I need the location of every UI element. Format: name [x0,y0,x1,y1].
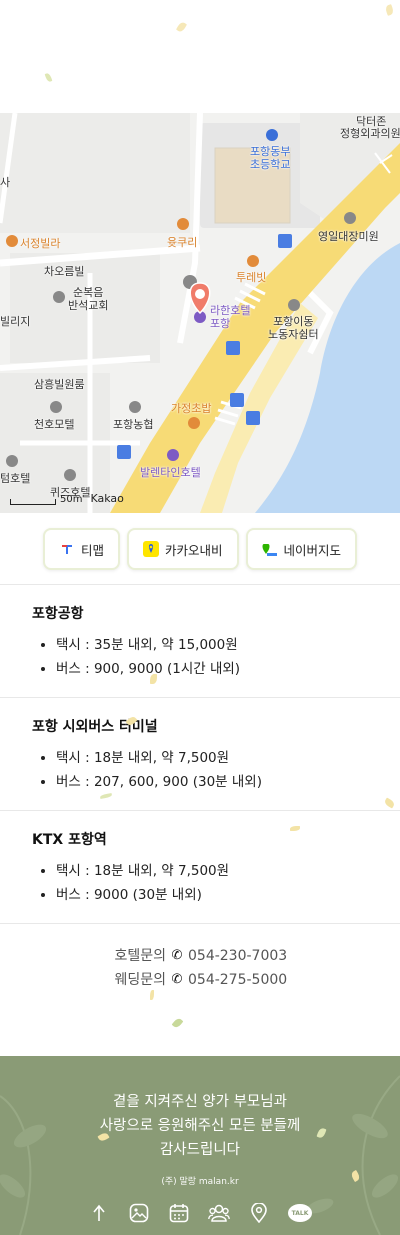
decor-petal-2 [384,4,395,16]
map-label-yunkuri: 윳쿠리 [167,236,198,249]
navermap-label: 네이버지도 [283,542,342,558]
calendar-icon[interactable] [166,1201,192,1225]
talk-icon-text: TALK [288,1204,312,1222]
footer-line-3: 감사드립니다 [159,1142,241,1158]
list-item: 택시 : 18분 내외, 약 7,500원 [56,859,368,883]
footer-icon-bar: TALK [0,1201,400,1225]
location-icon[interactable] [246,1201,272,1225]
scale-bar [10,499,56,505]
map-label-trevit: 투레빗 [236,271,267,284]
kakaonavi-button[interactable]: 카카오내비 [126,528,239,570]
map-label-chaohleum: 차오름빌 [44,265,85,278]
location-map[interactable]: 닥터존 정형외과의원 포항동부 초등학교 사 영일대장미원 서정빌라 윳쿠리 차… [0,113,400,513]
map-label-yeongil: 영일대장미원 [318,230,379,243]
map-label-tem-hotel: 텀호텔 [0,472,31,485]
map-label-rahan-hotel[interactable]: 라한호텔 포항 [210,304,250,330]
contact-number[interactable]: 054-275-5000 [188,968,292,992]
list-item: 택시 : 35분 내외, 약 15,000원 [56,633,368,657]
decor-petal-3 [44,72,53,83]
gallery-icon[interactable] [126,1201,152,1225]
phone-icon: ✆ [171,972,183,987]
people-icon[interactable] [206,1201,232,1225]
transport-list: 택시 : 35분 내외, 약 15,000원 버스 : 900, 9000 (1… [32,633,368,681]
scale-text: 50m [60,494,83,505]
map-label-pohang-idong: 포항이동 노동자쉼터 [268,315,319,341]
tmap-button[interactable]: 티맵 [42,528,120,570]
map-label-church: 순복음 반석교회 [68,286,109,312]
footer: 곁을 지켜주신 양가 부모님과 사랑으로 응원해주신 모든 분들께 감사드립니다… [0,1056,400,1235]
map-label-school: 포항동부 초등학교 [250,145,291,171]
map-label-valentine: 발렌타인호텔 [140,466,201,479]
map-label-clinic: 정형외과의원 [340,127,400,140]
transport-section-ktx: KTX 포항역 택시 : 18분 내외, 약 7,500원 버스 : 9000 … [0,811,400,924]
map-label-seodeok-villa: 서정빌라 [20,237,61,250]
map-label-gajeong: 가정초밥 [171,402,212,415]
map-label-nonghyeop: 포항농협 [113,418,154,431]
talk-icon[interactable]: TALK [286,1201,314,1225]
footer-message: 곁을 지켜주신 양가 부모님과 사랑으로 응원해주신 모든 분들께 감사드립니다 [0,1090,400,1162]
decor-petal-5 [150,990,154,1000]
up-arrow-icon[interactable] [86,1201,112,1225]
map-graphic [0,113,400,513]
navigation-app-buttons: 티맵 카카오내비 네이버지도 [0,513,400,585]
map-provider: Kakao [90,492,124,505]
section-title: 포항 시외버스 터미널 [32,719,158,735]
transport-section-bus-terminal: 포항 시외버스 터미널 택시 : 18분 내외, 약 7,500원 버스 : 2… [0,698,400,811]
transport-list: 택시 : 18분 내외, 약 7,500원 버스 : 9000 (30분 내외) [32,859,368,907]
list-item: 버스 : 900, 9000 (1시간 내외) [56,657,368,681]
footer-line-1: 곁을 지켜주신 양가 부모님과 [113,1094,287,1110]
kakaonavi-icon [142,541,159,557]
map-label-cheonho: 천호모텔 [34,418,75,431]
decor-petal-4 [171,1016,184,1030]
map-label-sa: 사 [0,176,11,189]
kakaonavi-label: 카카오내비 [164,542,223,558]
section-title: 포항공항 [32,606,84,622]
map-label-samheung: 삼흥빌원룸 [34,378,85,391]
contact-label: 호텔문의 [114,948,166,964]
footer-brand: (주) 말랑 malan.kr [161,1177,239,1187]
contact-row-hotel[interactable]: 호텔문의 ✆ 054-230-7003 [0,944,400,968]
tmap-label: 티맵 [80,542,104,558]
transport-section-airport: 포항공항 택시 : 35분 내외, 약 15,000원 버스 : 900, 90… [0,585,400,698]
transport-list: 택시 : 18분 내외, 약 7,500원 버스 : 207, 600, 900… [32,746,368,794]
map-scale: 50m Kakao [10,492,124,505]
contact-number[interactable]: 054-230-7003 [188,944,292,968]
contact-label: 웨딩문의 [114,972,166,988]
footer-line-2: 사랑으로 응원해주신 모든 분들께 [99,1118,301,1134]
phone-icon: ✆ [171,948,183,963]
map-label-villiji: 빌리지 [0,315,31,328]
contact-row-wedding[interactable]: 웨딩문의 ✆ 054-275-5000 [0,968,400,992]
list-item: 버스 : 9000 (30분 내외) [56,883,368,907]
list-item: 버스 : 207, 600, 900 (30분 내외) [56,770,368,794]
navermap-icon [262,541,278,557]
section-title: KTX 포항역 [32,832,107,848]
tmap-icon [59,541,75,557]
list-item: 택시 : 18분 내외, 약 7,500원 [56,746,368,770]
decor-petal-1 [175,20,188,34]
navermap-button[interactable]: 네이버지도 [245,528,358,570]
top-blank-area [0,0,400,113]
